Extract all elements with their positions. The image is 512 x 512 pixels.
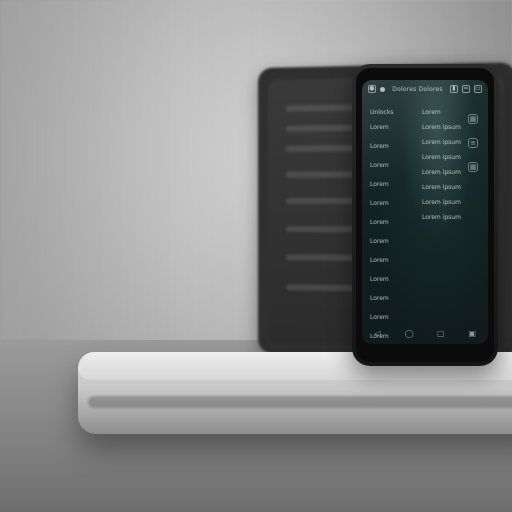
battery-icon: ▭ — [474, 85, 482, 93]
grid-icon: ▦ — [468, 114, 478, 124]
phone-screen: ● Dolores Dolores ▮ ≈ ▭ Unlocks Lorem Lo… — [362, 80, 488, 344]
left-column: Unlocks Lorem Lorem Lorem Lorem Lorem Lo… — [370, 108, 416, 344]
left-item: Lorem — [370, 123, 416, 132]
screen-content: Unlocks Lorem Lorem Lorem Lorem Lorem Lo… — [362, 98, 488, 322]
square-icon[interactable]: ▣ — [463, 324, 481, 342]
right-item: Lorem ipsum — [422, 213, 480, 222]
signal-icon: ▮ — [450, 85, 458, 93]
left-item: Lorem — [370, 275, 416, 284]
grid-icon: ▦ — [468, 162, 478, 172]
tray-edge — [88, 396, 512, 408]
list-icon: ≡ — [468, 138, 478, 148]
left-item: Lorem — [370, 218, 416, 227]
laptop-text-line — [286, 104, 357, 111]
left-item: Lorem — [370, 180, 416, 189]
wifi-icon: ≈ — [462, 85, 470, 93]
smartphone: ● Dolores Dolores ▮ ≈ ▭ Unlocks Lorem Lo… — [352, 64, 498, 366]
status-bar: ● Dolores Dolores ▮ ≈ ▭ — [362, 80, 488, 98]
status-center-text: Dolores Dolores — [392, 85, 442, 94]
recent-icon[interactable]: ▢ — [432, 324, 450, 342]
bottom-navigation: ◁ ◯ ▢ ▣ — [362, 322, 488, 344]
back-icon[interactable]: ◁ — [369, 324, 387, 342]
camera-icon: ● — [368, 85, 376, 93]
status-right: ▮ ≈ ▭ — [450, 85, 482, 93]
home-icon[interactable]: ◯ — [400, 324, 418, 342]
status-left: ● — [368, 85, 385, 93]
scene: ● Dolores Dolores ▮ ≈ ▭ Unlocks Lorem Lo… — [0, 0, 512, 512]
left-item: Unlocks — [370, 108, 416, 117]
left-item: Lorem — [370, 294, 416, 303]
side-icons: ▦ ≡ ▦ — [468, 114, 478, 172]
right-item: Lorem ipsum — [422, 183, 480, 192]
left-item: Lorem — [370, 142, 416, 151]
content-grid: Unlocks Lorem Lorem Lorem Lorem Lorem Lo… — [370, 108, 480, 312]
right-item: Lorem ipsum — [422, 198, 480, 207]
left-item: Lorem — [370, 237, 416, 246]
left-item: Lorem — [370, 161, 416, 170]
left-item: Lorem — [370, 199, 416, 208]
circle-icon — [380, 87, 385, 92]
left-item: Lorem — [370, 313, 416, 322]
left-item: Lorem — [370, 256, 416, 265]
